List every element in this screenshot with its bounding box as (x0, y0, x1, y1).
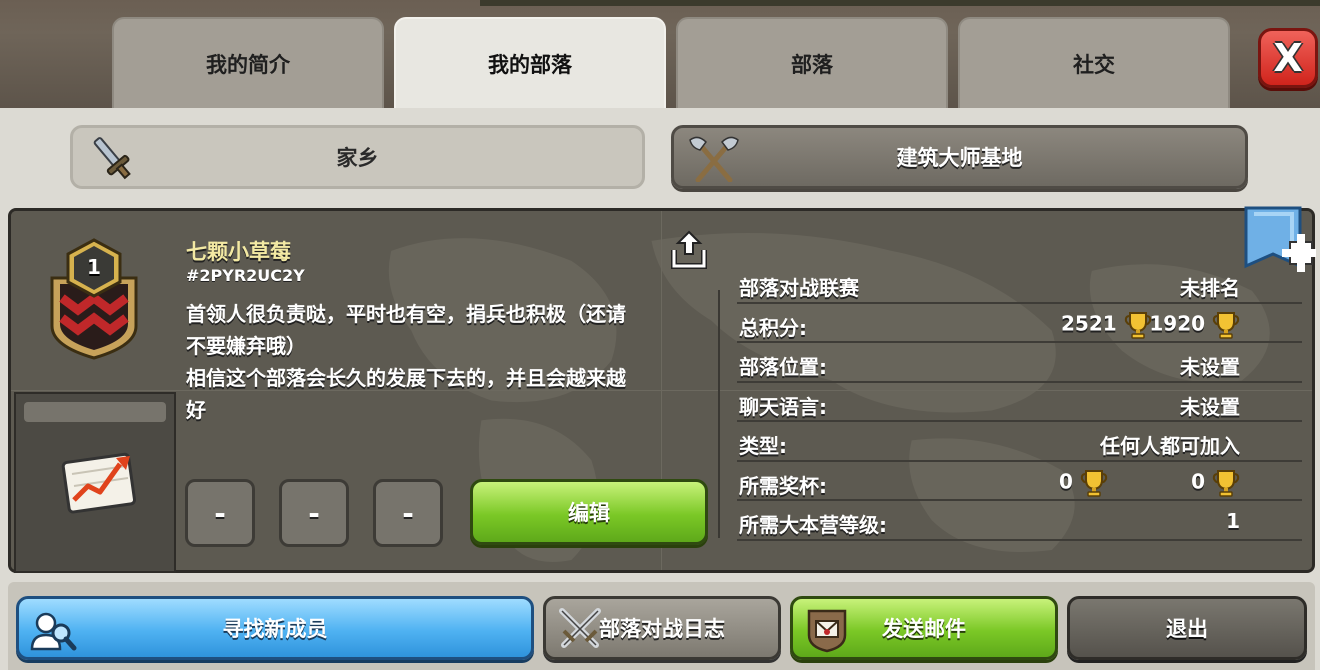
stat-label: 总积分: (739, 315, 807, 340)
clan-trend-card[interactable] (14, 392, 176, 573)
tab-social[interactable]: 社交 (958, 17, 1230, 108)
stat-value-builder-required: 0 (1191, 468, 1240, 498)
tab-my-profile[interactable]: 我的简介 (112, 17, 384, 108)
stat-label: 聊天语言: (739, 394, 827, 419)
builder-required-value: 0 (1191, 469, 1206, 493)
subtab-home-label: 家乡 (336, 146, 379, 170)
clan-description-line: 不要嫌弃哦） (186, 334, 306, 358)
clan-description-line: 首领人很负责哒，平时也有空，捐兵也积极（还请 (186, 302, 626, 326)
stat-label: 所需奖杯: (739, 473, 827, 498)
stat-value: 1 (1226, 509, 1240, 533)
stat-label: 部落位置: (739, 355, 827, 379)
empty-slot-label: - (402, 496, 414, 530)
stat-value-home-points: 2521 (1061, 310, 1152, 340)
stat-row-chat-language: 聊天语言: 未设置 (737, 383, 1302, 422)
stat-value-builder-points: 1920 (1149, 310, 1240, 340)
leave-clan-label: 退出 (1166, 617, 1208, 641)
war-log-label: 部落对战日志 (599, 617, 725, 641)
tab-clans-label: 部落 (791, 52, 833, 77)
tab-bar: 我的简介 我的部落 部落 社交 (0, 0, 1320, 108)
subtab-builder-label: 建筑大师基地 (896, 146, 1023, 170)
clan-tag: #2PYR2UC2Y (186, 266, 305, 285)
stat-value: 未设置 (1180, 394, 1240, 419)
empty-slot-button-3[interactable]: - (373, 479, 443, 547)
trophy-icon (1212, 311, 1240, 339)
home-required-value: 0 (1059, 469, 1073, 493)
empty-slot-button-1[interactable]: - (185, 479, 255, 547)
tab-my-clan[interactable]: 我的部落 (394, 17, 666, 108)
clan-stats-list: 部落对战联赛 未排名 总积分: 2521 1920 部落位置: 未设置 聊天语言… (737, 264, 1302, 541)
share-icon[interactable] (670, 230, 708, 270)
sword-icon (93, 137, 131, 180)
trend-chart-icon (61, 452, 137, 514)
stat-value: 未设置 (1180, 355, 1240, 379)
trophy-icon (1124, 311, 1151, 339)
trophy-icon (1212, 469, 1240, 497)
empty-slot-label: - (308, 496, 320, 530)
home-points-value: 2521 (1061, 311, 1117, 335)
tab-social-label: 社交 (1073, 52, 1115, 77)
clan-description-line: 相信这个部落会长久的发展下去的，并且会越来越 (186, 366, 626, 390)
edit-button[interactable]: 编辑 (470, 479, 708, 545)
mail-shield-icon (807, 609, 847, 653)
clan-level-value: 1 (87, 255, 101, 279)
stat-label: 类型: (739, 434, 787, 458)
war-log-button[interactable]: 部落对战日志 (543, 596, 781, 660)
tab-my-clan-label: 我的部落 (488, 52, 572, 77)
clan-level-badge: 1 (78, 252, 110, 282)
send-mail-label: 发送邮件 (882, 617, 966, 641)
stat-row-type: 类型: 任何人都可加入 (737, 422, 1302, 462)
find-new-members-button[interactable]: 寻找新成员 (16, 596, 534, 660)
clan-description: 首领人很负责哒，平时也有空，捐兵也积极（还请 不要嫌弃哦） 相信这个部落会长久的… (186, 298, 701, 426)
empty-slot-label: - (214, 496, 226, 530)
stat-row-required-trophies: 所需奖杯: 0 0 (737, 462, 1302, 501)
trend-card-header-bar (24, 402, 166, 422)
stat-row-war-league: 部落对战联赛 未排名 (737, 264, 1302, 304)
send-mail-button[interactable]: 发送邮件 (790, 596, 1058, 660)
search-people-icon (30, 612, 77, 651)
tab-clans[interactable]: 部落 (676, 17, 948, 108)
builder-points-value: 1920 (1149, 311, 1206, 335)
empty-slot-button-2[interactable]: - (279, 479, 349, 547)
clan-perks-ribbon-icon[interactable] (1244, 206, 1316, 276)
close-button[interactable]: X (1258, 28, 1318, 88)
stat-row-total-points: 总积分: 2521 1920 (737, 304, 1302, 343)
stat-label: 部落对战联赛 (739, 276, 859, 300)
tab-my-profile-label: 我的简介 (206, 52, 290, 77)
panel-divider (718, 290, 720, 538)
stat-value: 未排名 (1180, 276, 1240, 300)
stat-value: 任何人都可加入 (1100, 434, 1240, 458)
crossed-axes-icon (689, 136, 739, 182)
stat-label: 所需大本营等级: (739, 513, 887, 537)
subtab-home-village[interactable]: 家乡 (70, 125, 645, 189)
clan-name: 七颗小草莓 (186, 240, 291, 264)
crossed-swords-icon (559, 608, 601, 648)
find-new-members-label: 寻找新成员 (222, 617, 328, 641)
stat-row-required-townhall: 所需大本营等级: 1 (737, 501, 1302, 541)
stat-row-location: 部落位置: 未设置 (737, 343, 1302, 383)
leave-clan-button[interactable]: 退出 (1067, 596, 1307, 660)
close-icon: X (1273, 36, 1303, 80)
trophy-icon (1080, 469, 1108, 497)
subtab-builder-base[interactable]: 建筑大师基地 (671, 125, 1248, 189)
clan-description-line: 好 (186, 398, 206, 422)
edit-button-label: 编辑 (568, 501, 610, 525)
stat-value-home-required: 0 (1059, 468, 1108, 498)
